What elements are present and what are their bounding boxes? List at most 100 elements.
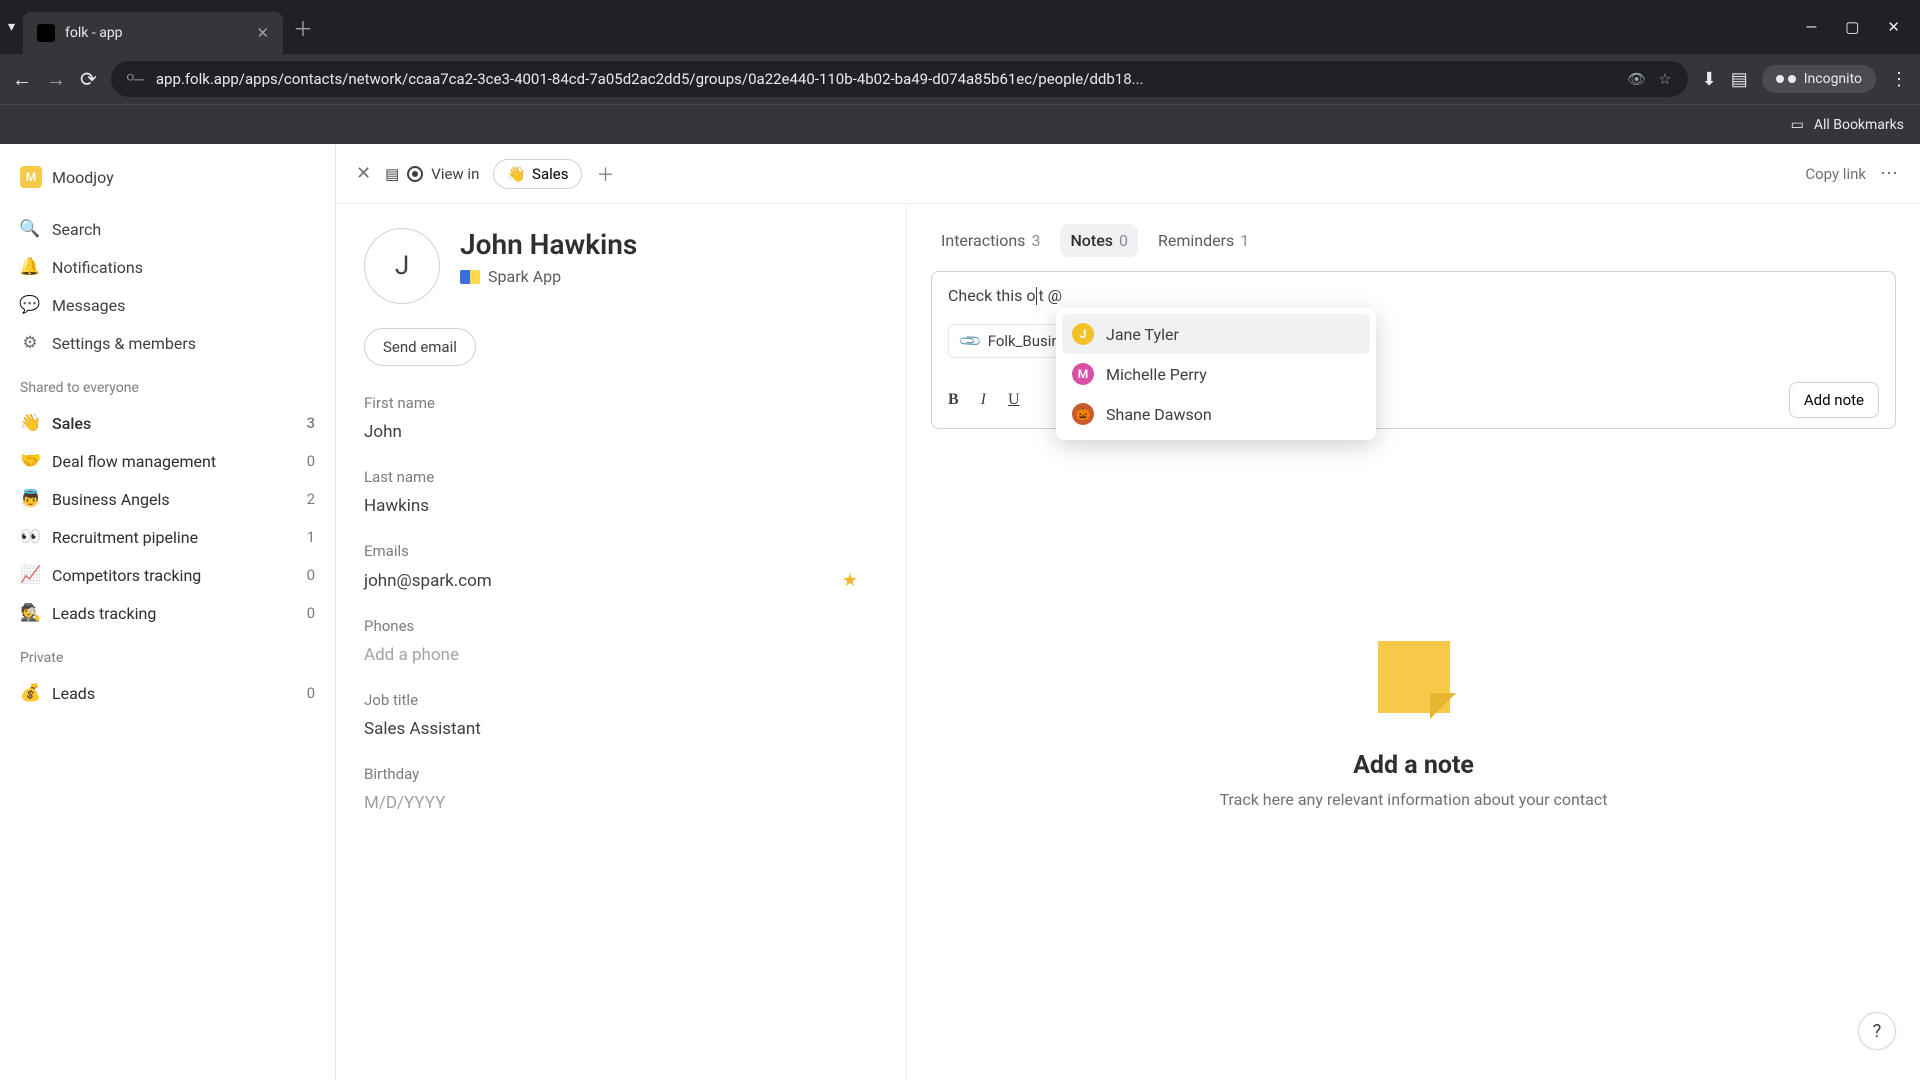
emails-label: Emails	[364, 542, 878, 560]
eye-off-icon[interactable]: 👁	[1627, 70, 1646, 88]
mention-avatar: J	[1072, 323, 1094, 345]
sidebar-group-recruitment-pipeline[interactable]: 👀Recruitment pipeline1	[12, 518, 323, 556]
group-label: Deal flow management	[52, 452, 216, 471]
tab-reminders-label: Reminders	[1158, 231, 1234, 250]
group-label: Recruitment pipeline	[52, 528, 198, 547]
bookmarks-bar: ▭ All Bookmarks	[0, 104, 1920, 144]
tab-close-button[interactable]: ✕	[256, 24, 269, 42]
tab-notes-count: 0	[1119, 231, 1128, 250]
side-panel-icon[interactable]: ▤	[1731, 69, 1748, 90]
sidebar: M Moodjoy 🔍 Search 🔔 Notifications 💬 Mes…	[0, 144, 336, 1080]
contact-name[interactable]: John Hawkins	[460, 228, 637, 261]
incognito-badge[interactable]: Incognito	[1762, 65, 1876, 93]
first-name-value[interactable]: John	[364, 422, 878, 442]
forward-button[interactable]: →	[46, 67, 66, 92]
activity-tabs: Interactions 3 Notes 0 Reminders 1	[907, 224, 1920, 271]
tab-search-button[interactable]: ▾	[8, 19, 15, 35]
italic-button[interactable]: I	[981, 391, 986, 409]
tab-interactions-label: Interactions	[941, 231, 1025, 250]
workspace-icon: M	[20, 166, 42, 188]
note-pad-icon	[1378, 641, 1450, 713]
bookmark-star-icon[interactable]: ☆	[1658, 70, 1671, 88]
mention-name: Jane Tyler	[1106, 325, 1179, 344]
contact-avatar[interactable]: J	[364, 228, 440, 304]
chip-emoji: 👋	[507, 165, 526, 183]
attachment-name: Folk_Busin	[988, 332, 1060, 350]
company-label: Spark App	[488, 267, 561, 286]
send-email-button[interactable]: Send email	[364, 328, 476, 366]
window-controls: ― ▢ ✕	[1794, 18, 1912, 36]
underline-button[interactable]: U	[1008, 391, 1020, 409]
workspace-switcher[interactable]: M Moodjoy	[12, 158, 323, 196]
bold-button[interactable]: B	[948, 391, 959, 409]
sidebar-notifications[interactable]: 🔔 Notifications	[12, 248, 323, 286]
close-window-button[interactable]: ✕	[1887, 18, 1900, 36]
mention-name: Shane Dawson	[1106, 405, 1212, 424]
sidebar-group-leads[interactable]: 💰Leads0	[12, 674, 323, 712]
new-tab-button[interactable]: ＋	[293, 13, 313, 42]
group-count: 0	[307, 452, 315, 470]
note-text-input[interactable]: Check this ot @	[948, 286, 1879, 310]
note-editor[interactable]: Check this ot @ J Jane Tyler M Michelle Per…	[931, 271, 1896, 429]
copy-link-button[interactable]: Copy link	[1805, 165, 1866, 183]
mention-avatar: 🎃	[1072, 403, 1094, 425]
birthday-label: Birthday	[364, 765, 878, 783]
minimize-button[interactable]: ―	[1806, 18, 1818, 36]
browser-menu-button[interactable]: ⋮	[1890, 69, 1908, 90]
tab-interactions-count: 3	[1031, 231, 1040, 250]
tab-interactions[interactable]: Interactions 3	[931, 224, 1050, 257]
sidebar-settings[interactable]: ⚙ Settings & members	[12, 324, 323, 362]
all-bookmarks-button[interactable]: All Bookmarks	[1814, 117, 1904, 133]
job-title-label: Job title	[364, 691, 878, 709]
panel-more-button[interactable]: ⋯	[1880, 163, 1900, 184]
add-note-button[interactable]: Add note	[1789, 382, 1879, 418]
sidebar-messages-label: Messages	[52, 296, 125, 315]
mention-avatar: M	[1072, 363, 1094, 385]
view-in-control[interactable]: ▤ View in	[385, 165, 479, 183]
group-chip[interactable]: 👋 Sales	[493, 159, 582, 189]
attachment-chip[interactable]: 📎 Folk_Busin	[948, 324, 1073, 358]
group-emoji: 🕵️	[20, 603, 42, 623]
close-panel-button[interactable]: ✕	[356, 163, 371, 184]
site-info-icon[interactable]: ᴼ─	[127, 71, 144, 88]
back-button[interactable]: ←	[12, 67, 32, 92]
sidebar-group-sales[interactable]: 👋Sales3	[12, 404, 323, 442]
mention-option[interactable]: J Jane Tyler	[1062, 314, 1370, 354]
sidebar-messages[interactable]: 💬 Messages	[12, 286, 323, 324]
email-value[interactable]: john@spark.com	[364, 571, 492, 591]
add-group-button[interactable]: ＋	[596, 161, 614, 187]
browser-tab[interactable]: folk - app ✕	[23, 12, 283, 54]
group-emoji: 👀	[20, 527, 42, 547]
group-count: 0	[307, 604, 315, 622]
mention-option[interactable]: M Michelle Perry	[1062, 354, 1370, 394]
group-count: 3	[306, 414, 315, 432]
group-count: 0	[307, 684, 315, 702]
phones-label: Phones	[364, 617, 878, 635]
address-bar[interactable]: ᴼ─ app.folk.app/apps/contacts/network/cc…	[111, 61, 1688, 97]
tab-notes[interactable]: Notes 0	[1060, 224, 1138, 257]
help-button[interactable]: ?	[1858, 1012, 1896, 1050]
bookmarks-folder-icon[interactable]: ▭	[1791, 117, 1804, 133]
downloads-icon[interactable]: ⬇	[1702, 69, 1717, 90]
sidebar-group-business-angels[interactable]: 👼Business Angels2	[12, 480, 323, 518]
sidebar-search[interactable]: 🔍 Search	[12, 210, 323, 248]
private-section-title: Private	[12, 632, 323, 674]
sidebar-group-leads-tracking[interactable]: 🕵️Leads tracking0	[12, 594, 323, 632]
group-emoji: 👋	[20, 413, 42, 433]
last-name-value[interactable]: Hawkins	[364, 496, 878, 516]
incognito-label: Incognito	[1804, 71, 1862, 87]
incognito-icon	[1776, 73, 1796, 85]
sidebar-group-competitors-tracking[interactable]: 📈Competitors tracking0	[12, 556, 323, 594]
mention-name: Michelle Perry	[1106, 365, 1207, 384]
phones-placeholder[interactable]: Add a phone	[364, 645, 878, 665]
mention-option[interactable]: 🎃 Shane Dawson	[1062, 394, 1370, 434]
reload-button[interactable]: ⟳	[80, 67, 97, 91]
primary-email-star-icon[interactable]: ★	[842, 570, 878, 591]
notes-column: Interactions 3 Notes 0 Reminders 1 Check…	[906, 204, 1920, 1080]
maximize-button[interactable]: ▢	[1845, 18, 1859, 36]
tab-reminders[interactable]: Reminders 1	[1148, 224, 1259, 257]
contact-company[interactable]: Spark App	[460, 267, 637, 286]
sidebar-group-deal-flow-management[interactable]: 🤝Deal flow management0	[12, 442, 323, 480]
birthday-placeholder[interactable]: M/D/YYYY	[364, 793, 878, 813]
job-title-value[interactable]: Sales Assistant	[364, 719, 878, 739]
